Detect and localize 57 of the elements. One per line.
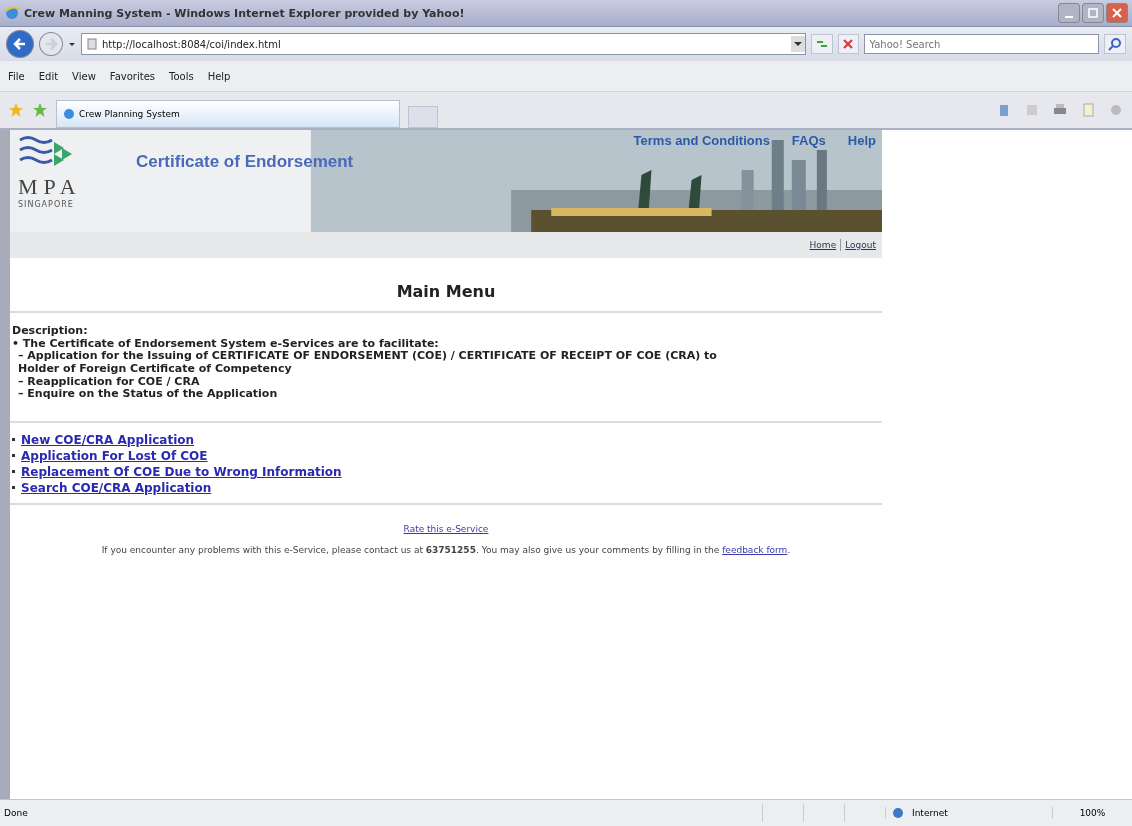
- globe-icon: [892, 807, 904, 819]
- browser-tab[interactable]: Crew Planning System: [56, 100, 400, 128]
- maximize-icon: [1088, 8, 1098, 18]
- caret-icon[interactable]: [67, 40, 76, 48]
- bullet-icon: [12, 454, 15, 458]
- refresh-button[interactable]: [810, 34, 833, 54]
- description-label: Description:: [12, 325, 89, 338]
- bullet-icon: [12, 470, 15, 474]
- minimize-icon: [1065, 16, 1073, 18]
- menu-link[interactable]: Application For Lost Of COE: [21, 448, 208, 463]
- description-item: – Application for the Issuing of CERTIFICATE OF ENDORSEMENT (COE) / CERTIFICATE OF RECEIPT OF COE (CRA) to Holder of Foreign Certificate of Competency: [17, 350, 718, 376]
- banner-link[interactable]: Help: [847, 133, 876, 148]
- menu-link[interactable]: Replacement Of COE Due to Wrong Information: [21, 464, 342, 479]
- search-icon: [1108, 37, 1123, 51]
- nav-link[interactable]: Home: [809, 240, 837, 250]
- menu-item[interactable]: Favorites: [109, 70, 155, 82]
- contact-text: If you encounter any problems with this e-Service, please contact us at 63751255. You may also give us your comments by filling in the feedback form.: [100, 543, 792, 557]
- logo-text: MPA: [18, 174, 82, 200]
- window-title: Crew Manning System - Windows Internet Explorer provided by Yahoo!: [24, 6, 466, 20]
- close-button[interactable]: [1106, 3, 1128, 23]
- menu-link[interactable]: Search COE/CRA Application: [21, 480, 212, 495]
- menu-item[interactable]: Help: [207, 70, 231, 82]
- description-intro: • The Certificate of Endorsement System e-Services are to facilitate:: [12, 337, 440, 351]
- minimize-button[interactable]: [1058, 3, 1080, 23]
- close-icon: [1112, 8, 1122, 18]
- menu-link[interactable]: New COE/CRA Application: [21, 432, 195, 447]
- menu-item[interactable]: Edit: [38, 70, 59, 82]
- zoom-button[interactable]: 100%: [1052, 807, 1132, 819]
- status-text: Done: [3, 808, 29, 818]
- menu-item[interactable]: File: [8, 70, 25, 82]
- star-icon[interactable]: [8, 102, 24, 118]
- logo-subtext: SINGAPORE: [18, 200, 74, 209]
- nav-link[interactable]: Logout: [845, 240, 876, 250]
- rate-link[interactable]: Rate this e-Service: [403, 523, 489, 534]
- menu-item[interactable]: Tools: [169, 70, 194, 82]
- browser-logo-icon: [4, 5, 20, 21]
- description-item: – Reapplication for COE / CRA: [17, 375, 201, 389]
- search-button[interactable]: [1104, 34, 1126, 54]
- page-favicon-icon: [63, 108, 75, 120]
- site-title: Certificate of Endorsement: [136, 152, 354, 172]
- stop-button[interactable]: [837, 34, 860, 54]
- dropdown-icon[interactable]: [790, 35, 805, 53]
- page-icon: [85, 38, 98, 50]
- menu-item[interactable]: View: [72, 70, 96, 82]
- search-field[interactable]: Yahoo! Search: [864, 34, 1100, 54]
- bullet-icon: [12, 438, 15, 442]
- add-favorite-icon[interactable]: [32, 102, 48, 118]
- page-heading: Main Menu: [395, 282, 497, 301]
- bullet-icon: [12, 486, 15, 490]
- description-item: – Enquire on the Status of the Application: [17, 388, 279, 401]
- address-field[interactable]: http://localhost:8084/coi/index.html: [80, 33, 806, 55]
- stop-icon: [841, 37, 856, 51]
- zone-text: Internet: [911, 808, 949, 818]
- maximize-button[interactable]: [1082, 3, 1104, 23]
- banner-link[interactable]: Terms and Conditions: [633, 133, 770, 148]
- back-button[interactable]: [6, 30, 34, 58]
- banner-link[interactable]: FAQs: [791, 133, 826, 148]
